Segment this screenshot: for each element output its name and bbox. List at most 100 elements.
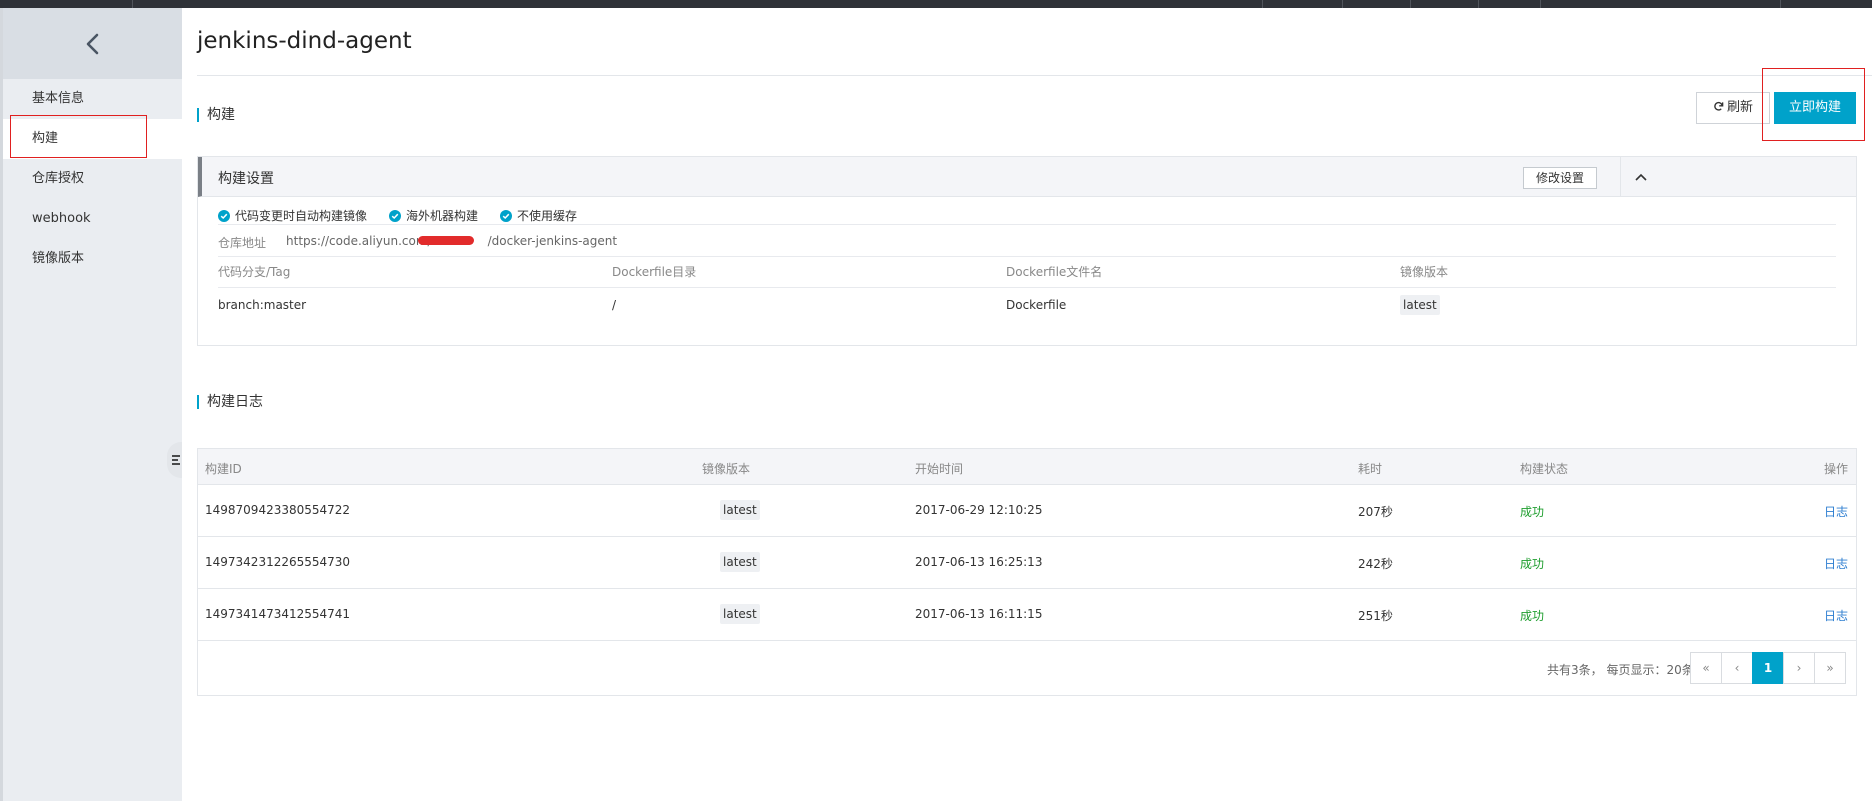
check-overseas-build: 海外机器构建 (389, 207, 478, 224)
image-version: latest (720, 604, 760, 624)
redaction-mark (418, 236, 475, 245)
menu-lines-icon (172, 455, 180, 465)
value-dockerfile-name: Dockerfile (1006, 298, 1067, 312)
log-link[interactable]: 日志 (1824, 503, 1848, 520)
chevron-left-icon (86, 33, 98, 54)
sidebar-item-webhook[interactable]: webhook (3, 199, 182, 239)
value-branch: branch:master (218, 298, 307, 312)
top-bar-divider (132, 0, 133, 8)
chevron-up-icon (1634, 173, 1647, 181)
col-build-id: 构建ID (205, 462, 242, 476)
value-image-version: latest (1400, 295, 1440, 315)
image-version: latest (720, 552, 760, 572)
page-title: jenkins-dind-agent (197, 28, 412, 54)
settings-checks: 代码变更时自动构建镜像 海外机器构建 不使用缓存 (218, 207, 577, 224)
image-version: latest (720, 500, 760, 520)
main-content: jenkins-dind-agent 构建 刷新 立即构建 构建设置 修改设置 … (182, 8, 1872, 801)
build-id: 1498709423380554722 (205, 503, 351, 517)
refresh-icon (1714, 101, 1724, 111)
repo-label: 仓库地址 (218, 236, 267, 250)
start-time: 2017-06-13 16:25:13 (915, 555, 1043, 569)
sidebar-item-label: 仓库授权 (32, 171, 85, 186)
col-image-version: 镜像版本 (1400, 265, 1449, 279)
status-badge: 成功 (1520, 609, 1545, 623)
sidebar-item-image-version[interactable]: 镜像版本 (3, 239, 182, 279)
table-header: 构建ID 镜像版本 开始时间 耗时 构建状态 操作 (198, 449, 1856, 485)
build-settings-panel: 构建设置 修改设置 代码变更时自动构建镜像 海外机器构建 不使用缓存 仓库地址 (197, 156, 1857, 346)
check-circle-icon (218, 209, 230, 222)
col-image-version: 镜像版本 (702, 462, 751, 476)
check-label: 代码变更时自动构建镜像 (235, 209, 368, 223)
build-log-table: 构建ID 镜像版本 开始时间 耗时 构建状态 操作 14987094233805… (197, 448, 1857, 696)
duration: 251秒 (1358, 609, 1393, 623)
build-id: 1497342312265554730 (205, 555, 351, 569)
col-action: 操作 (1824, 462, 1849, 476)
divider (218, 256, 1836, 257)
pager-info: 共有3条， 每页显示：20条 (1547, 663, 1694, 677)
back-button[interactable] (3, 8, 182, 79)
start-time: 2017-06-29 12:10:25 (915, 503, 1043, 517)
check-no-cache: 不使用缓存 (500, 207, 577, 224)
highlight-box (1762, 68, 1865, 141)
col-branch: 代码分支/Tag (218, 265, 291, 279)
check-auto-build: 代码变更时自动构建镜像 (218, 207, 367, 224)
sidebar-item-basic-info[interactable]: 基本信息 (3, 79, 182, 119)
panel-header: 构建设置 修改设置 (198, 157, 1856, 197)
build-id: 1497341473412554741 (205, 607, 351, 621)
panel-title: 构建设置 (218, 171, 274, 187)
highlight-box (10, 115, 147, 158)
table-row: 1497342312265554730 latest 2017-06-13 16… (198, 537, 1856, 589)
version-tag: latest (720, 552, 760, 572)
version-tag: latest (1400, 295, 1440, 315)
start-time: 2017-06-13 16:11:15 (915, 607, 1043, 621)
page-first-button[interactable]: « (1690, 652, 1722, 684)
sidebar-item-repo-auth[interactable]: 仓库授权 (3, 159, 182, 199)
refresh-label: 刷新 (1726, 100, 1753, 115)
top-bar-divider (1540, 0, 1541, 8)
status-badge: 成功 (1520, 505, 1545, 519)
divider (218, 287, 1836, 288)
repo-url-prefix: https://code.aliyun.com/ (286, 234, 432, 248)
top-bar-divider (1342, 0, 1343, 8)
log-link[interactable]: 日志 (1824, 607, 1848, 624)
page-current-button[interactable]: 1 (1752, 652, 1784, 684)
build-log-section-title: 构建日志 (197, 395, 263, 409)
version-tag: latest (720, 604, 760, 624)
edit-settings-button[interactable]: 修改设置 (1523, 167, 1597, 189)
col-dockerfile-name: Dockerfile文件名 (1006, 265, 1103, 279)
top-bar (0, 0, 1872, 8)
log-link[interactable]: 日志 (1824, 555, 1848, 572)
divider (218, 224, 1836, 225)
check-circle-icon (500, 209, 513, 222)
col-start-time: 开始时间 (915, 462, 964, 476)
table-row: 1497341473412554741 latest 2017-06-13 16… (198, 589, 1856, 641)
repo-url: https://code.aliyun.com/ /docker-jenkins-… (286, 234, 617, 251)
col-duration: 耗时 (1358, 462, 1383, 476)
sidebar-item-label: webhook (32, 211, 91, 226)
page-prev-button[interactable]: ‹ (1721, 652, 1753, 684)
page-last-button[interactable]: » (1814, 652, 1846, 684)
duration: 207秒 (1358, 505, 1393, 519)
top-bar-divider (1478, 0, 1479, 8)
top-bar-divider (1780, 0, 1781, 8)
sidebar-item-label: 基本信息 (32, 91, 85, 106)
repo-url-suffix: /docker-jenkins-agent (487, 234, 618, 248)
repo-address: 仓库地址 https://code.aliyun.com/ /docker-jen… (218, 234, 617, 251)
check-circle-icon (389, 209, 402, 222)
col-status: 构建状态 (1520, 462, 1569, 476)
value-dockerfile-dir: / (612, 298, 617, 312)
divider (197, 75, 1872, 76)
table-row: 1498709423380554722 latest 2017-06-29 12… (198, 485, 1856, 537)
top-bar-divider (1410, 0, 1411, 8)
status-badge: 成功 (1520, 557, 1545, 571)
duration: 242秒 (1358, 557, 1393, 571)
page-next-button[interactable]: › (1783, 652, 1815, 684)
refresh-button[interactable]: 刷新 (1696, 92, 1770, 124)
pagination: « ‹ 1 › » (1690, 652, 1846, 684)
collapse-button[interactable] (1620, 157, 1660, 197)
top-bar-divider (1262, 0, 1263, 8)
check-label: 不使用缓存 (517, 209, 578, 223)
check-label: 海外机器构建 (406, 209, 479, 223)
col-dockerfile-dir: Dockerfile目录 (612, 265, 697, 279)
sidebar-item-label: 镜像版本 (32, 251, 85, 266)
